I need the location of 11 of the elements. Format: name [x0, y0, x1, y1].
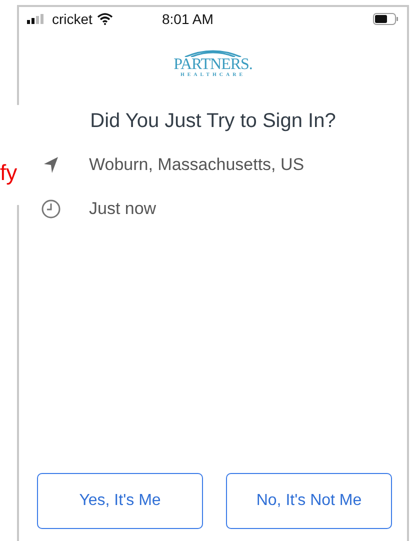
clock-icon: [41, 199, 61, 219]
margin-note: fy: [0, 160, 18, 186]
detail-text: Woburn, Massachusetts, US: [89, 155, 304, 175]
battery-icon: [373, 13, 399, 25]
detail-text: Just now: [89, 199, 156, 219]
prompt-title: Did You Just Try to Sign In?: [89, 110, 337, 133]
carrier-name: cricket: [52, 11, 92, 27]
status-time: 8:01 AM: [162, 11, 214, 27]
confirm-button[interactable]: Yes, It's Me: [37, 473, 203, 529]
deny-button[interactable]: No, It's Not Me: [226, 473, 392, 529]
wifi-icon: [97, 13, 114, 25]
